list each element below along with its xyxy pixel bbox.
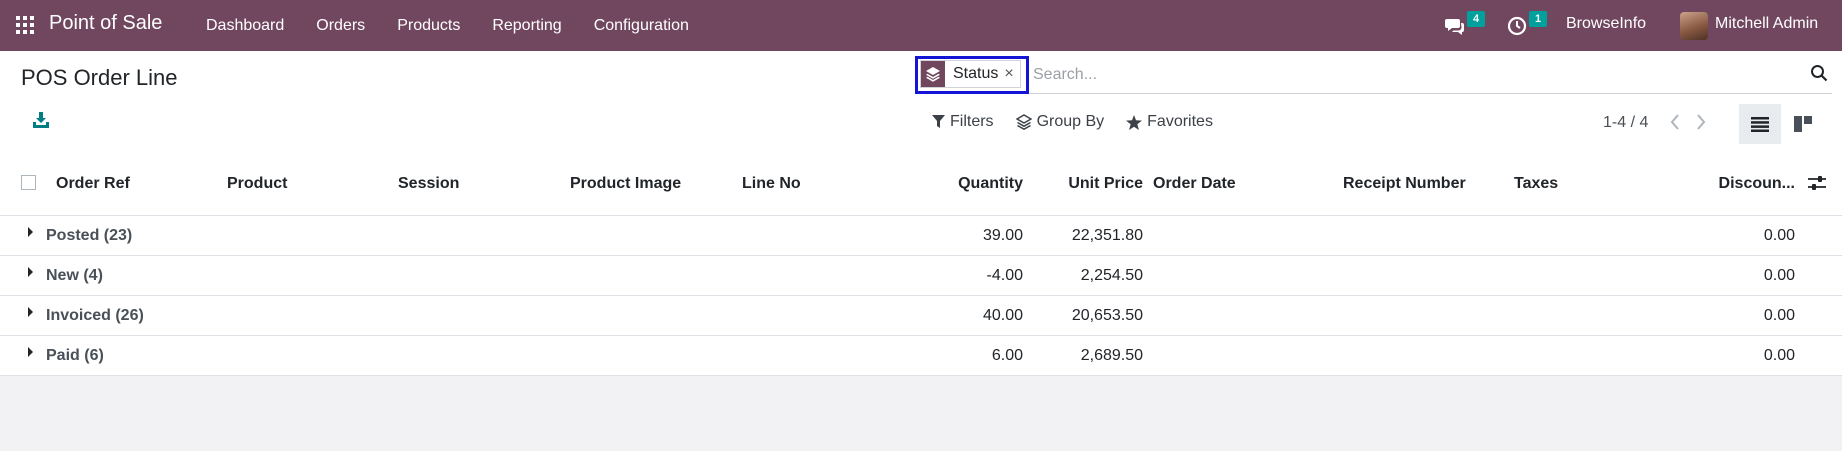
messages-icon[interactable] xyxy=(1445,17,1465,35)
page-title: POS Order Line xyxy=(21,65,178,90)
export-download-icon[interactable] xyxy=(32,111,50,129)
column-order-date[interactable]: Order Date xyxy=(1153,175,1236,193)
group-unit-price: 2,254.50 xyxy=(1080,267,1143,284)
group-discount: 0.00 xyxy=(1763,227,1795,244)
column-line-no[interactable]: Line No xyxy=(742,175,801,193)
column-product[interactable]: Product xyxy=(227,175,287,193)
optional-columns-sliders-icon[interactable] xyxy=(1808,174,1826,192)
activity-clock-icon[interactable] xyxy=(1507,16,1527,36)
chevron-right-icon[interactable] xyxy=(1694,112,1708,132)
caret-right-icon xyxy=(28,227,33,237)
company-switcher[interactable]: BrowseInfo xyxy=(1566,15,1646,33)
filters-label: Filters xyxy=(950,113,994,130)
group-row-posted[interactable]: Posted (23) 39.00 22,351.80 0.00 xyxy=(0,216,1842,256)
main-menu: Dashboard Orders Products Reporting Conf… xyxy=(190,0,705,51)
search-icon[interactable] xyxy=(1810,64,1828,82)
search-input[interactable] xyxy=(1031,59,1775,91)
caret-right-icon xyxy=(28,307,33,317)
group-row-invoiced[interactable]: Invoiced (26) 40.00 20,653.50 0.00 xyxy=(0,296,1842,336)
pager-value[interactable]: 1-4 / 4 xyxy=(1603,114,1648,132)
column-taxes[interactable]: Taxes xyxy=(1514,175,1558,193)
group-discount: 0.00 xyxy=(1763,347,1795,364)
layers-icon xyxy=(1015,114,1032,130)
menu-item-reporting[interactable]: Reporting xyxy=(476,0,577,51)
list-view-icon xyxy=(1751,117,1769,132)
group-name: Invoiced (26) xyxy=(46,307,144,324)
control-panel: POS Order Line Status × Filters xyxy=(0,51,1842,154)
group-unit-price: 20,653.50 xyxy=(1071,307,1143,324)
group-unit-price: 22,351.80 xyxy=(1071,227,1143,244)
group-name: Paid (6) xyxy=(46,347,104,364)
star-icon xyxy=(1126,114,1143,130)
group-by-button[interactable]: Group By xyxy=(1015,113,1105,131)
search-options: Filters Group By Favorites xyxy=(932,113,1235,131)
column-unit-price[interactable]: Unit Price xyxy=(1068,175,1143,193)
group-discount: 0.00 xyxy=(1763,267,1795,284)
search-bar: Status × xyxy=(915,56,1832,94)
favorites-button[interactable]: Favorites xyxy=(1126,113,1213,131)
group-row-paid[interactable]: Paid (6) 6.00 2,689.50 0.00 xyxy=(0,336,1842,375)
group-unit-price: 2,689.50 xyxy=(1080,347,1143,364)
group-quantity: 6.00 xyxy=(991,347,1023,364)
group-discount: 0.00 xyxy=(1763,307,1795,324)
group-by-label: Group By xyxy=(1036,113,1105,130)
list-header: Order Ref Product Session Product Image … xyxy=(0,153,1842,216)
menu-item-dashboard[interactable]: Dashboard xyxy=(190,0,300,51)
menu-item-configuration[interactable]: Configuration xyxy=(578,0,705,51)
group-row-new[interactable]: New (4) -4.00 2,254.50 0.00 xyxy=(0,256,1842,296)
facet-highlight-box xyxy=(915,56,1029,94)
caret-right-icon xyxy=(28,267,33,277)
messages-count-badge: 4 xyxy=(1467,11,1485,27)
kanban-view-button[interactable] xyxy=(1782,104,1824,144)
column-receipt-number[interactable]: Receipt Number xyxy=(1343,175,1466,193)
chevron-left-icon[interactable] xyxy=(1668,112,1682,132)
app-name[interactable]: Point of Sale xyxy=(49,12,162,35)
user-avatar[interactable] xyxy=(1680,12,1708,40)
list-view-button[interactable] xyxy=(1739,104,1781,144)
select-all-checkbox[interactable] xyxy=(21,175,36,190)
menu-item-orders[interactable]: Orders xyxy=(300,0,381,51)
column-product-image[interactable]: Product Image xyxy=(570,175,681,193)
group-name: Posted (23) xyxy=(46,227,133,244)
order-line-list: Order Ref Product Session Product Image … xyxy=(0,153,1842,376)
column-session[interactable]: Session xyxy=(398,175,459,193)
kanban-view-icon xyxy=(1794,116,1812,132)
group-name: New (4) xyxy=(46,267,103,284)
group-quantity: 40.00 xyxy=(982,307,1023,324)
top-navbar: Point of Sale Dashboard Orders Products … xyxy=(0,0,1842,51)
activities-count-badge: 1 xyxy=(1529,11,1547,27)
favorites-label: Favorites xyxy=(1147,113,1213,130)
user-menu[interactable]: Mitchell Admin xyxy=(1715,15,1818,33)
filters-button[interactable]: Filters xyxy=(932,113,994,131)
group-quantity: 39.00 xyxy=(982,227,1023,244)
column-discount[interactable]: Discoun... xyxy=(1719,175,1795,193)
column-order-ref[interactable]: Order Ref xyxy=(56,175,130,193)
caret-right-icon xyxy=(28,347,33,357)
group-quantity: -4.00 xyxy=(986,267,1023,284)
apps-menu-icon[interactable] xyxy=(16,16,34,34)
column-quantity[interactable]: Quantity xyxy=(958,175,1023,193)
filter-icon xyxy=(932,115,945,128)
menu-item-products[interactable]: Products xyxy=(381,0,476,51)
